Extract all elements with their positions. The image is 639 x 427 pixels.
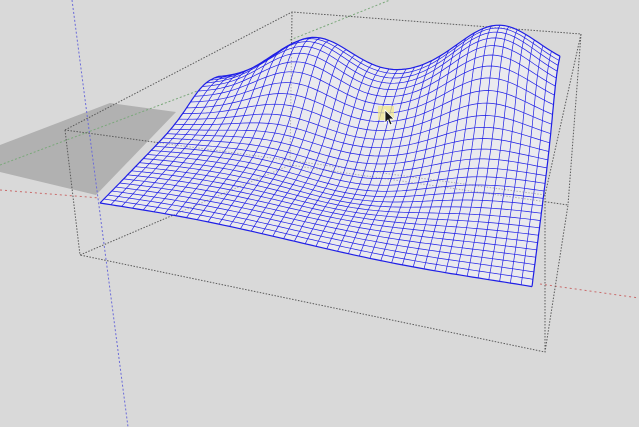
- terrain-mesh[interactable]: [99, 24, 561, 288]
- green-axis-far: [289, 0, 391, 41]
- select-arrow-icon: [378, 106, 395, 126]
- blue-axis: [71, 0, 129, 427]
- viewport-scene[interactable]: [0, 0, 639, 427]
- 3d-viewport[interactable]: [0, 0, 639, 427]
